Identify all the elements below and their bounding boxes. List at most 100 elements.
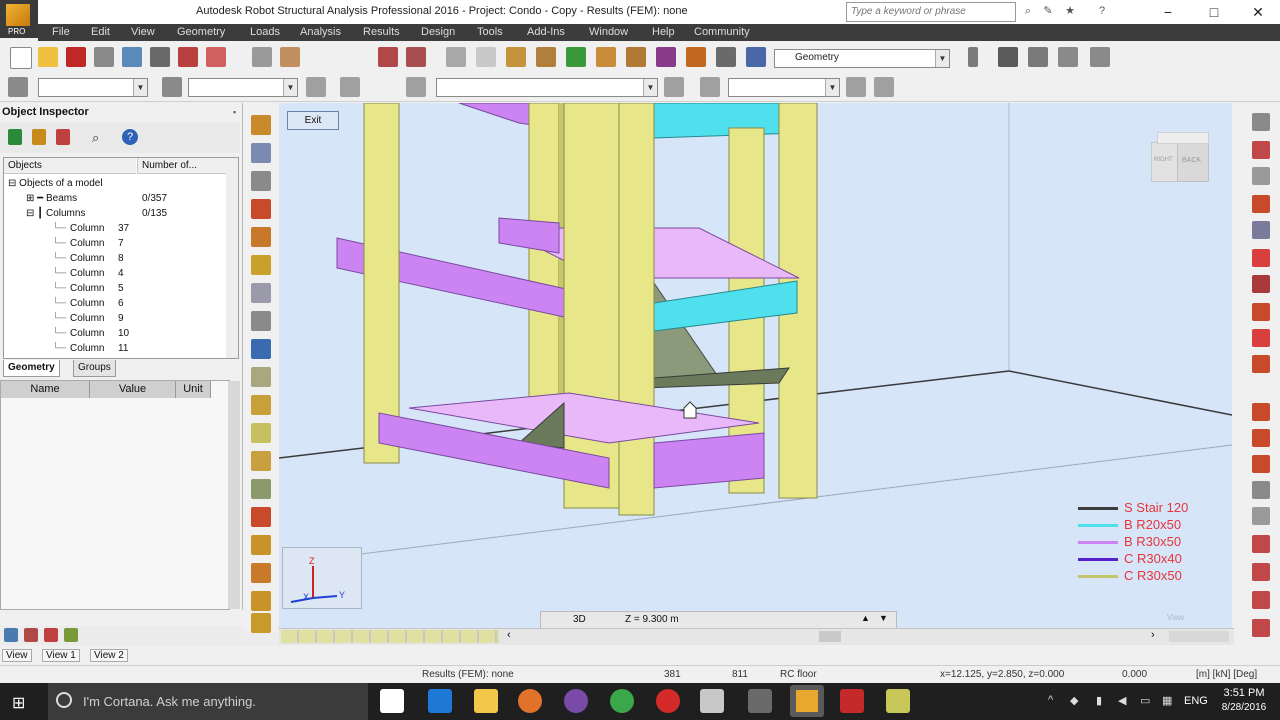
- filter-icon[interactable]: [8, 129, 22, 145]
- node-select-icon[interactable]: [566, 47, 586, 67]
- tray-volume-icon[interactable]: ◀: [1118, 694, 1126, 707]
- layout-icon[interactable]: [746, 47, 766, 67]
- screen-capture-icon[interactable]: [150, 47, 170, 67]
- support-tool-icon[interactable]: [251, 171, 271, 191]
- calculations-icon[interactable]: [686, 47, 706, 67]
- app-logo[interactable]: PRO: [0, 0, 38, 38]
- store-icon[interactable]: [380, 689, 404, 713]
- panel-tool-icon[interactable]: [251, 451, 271, 471]
- eraser-icon[interactable]: [1028, 47, 1048, 67]
- subscription-icon[interactable]: ✎: [1040, 4, 1056, 18]
- prop-header-name[interactable]: Name: [1, 381, 90, 398]
- result-icon[interactable]: [1252, 403, 1270, 421]
- node-selection-combo[interactable]: ▼: [38, 78, 148, 97]
- level-down-icon[interactable]: ▼: [879, 613, 888, 623]
- lock-icon[interactable]: [446, 47, 466, 67]
- autocad-icon[interactable]: [840, 689, 864, 713]
- level-up-icon[interactable]: ▲: [861, 613, 870, 623]
- tables-icon[interactable]: [378, 47, 398, 67]
- tools-icon[interactable]: [716, 47, 736, 67]
- report-icon[interactable]: [24, 628, 38, 642]
- offset-icon[interactable]: [1252, 355, 1270, 373]
- structure-view-icon[interactable]: [536, 47, 556, 67]
- offset-tool-icon[interactable]: [251, 283, 271, 303]
- menu-edit[interactable]: Edit: [91, 26, 110, 38]
- deform-icon[interactable]: [1252, 481, 1270, 499]
- case-combo[interactable]: ▼: [436, 78, 658, 97]
- calc-notes-icon[interactable]: [406, 47, 426, 67]
- pan-icon[interactable]: [1058, 47, 1078, 67]
- tables-icon[interactable]: [1252, 141, 1270, 159]
- chevron-down-icon[interactable]: ▼: [283, 79, 297, 96]
- exit-button[interactable]: Exit: [287, 111, 339, 130]
- tree-item-beams[interactable]: ⊞ ━ Beams: [26, 193, 77, 204]
- minimize-button[interactable]: −: [1146, 0, 1190, 24]
- view-mode[interactable]: 3D: [573, 614, 586, 625]
- viber-icon[interactable]: [564, 689, 588, 713]
- tab-view-2[interactable]: View 2: [90, 649, 128, 662]
- list-icon[interactable]: [1252, 619, 1270, 637]
- save-icon[interactable]: [66, 47, 86, 67]
- search-icon[interactable]: ⌕: [92, 130, 99, 146]
- angle-icon[interactable]: [1252, 167, 1270, 185]
- tree-column-item[interactable]: └─ Column 5: [52, 283, 124, 294]
- file-explorer-icon[interactable]: [474, 689, 498, 713]
- bar-selection-combo[interactable]: ▼: [188, 78, 298, 97]
- section-view-icon[interactable]: [968, 47, 978, 67]
- tree-column-item[interactable]: └─ Column 7: [52, 238, 124, 249]
- z-level[interactable]: Z = 9.300 m: [625, 614, 679, 625]
- menu-view[interactable]: View: [131, 26, 155, 38]
- delete-filter-icon[interactable]: [56, 129, 70, 145]
- copy-icon[interactable]: [252, 47, 272, 67]
- favorites-icon[interactable]: ★: [1062, 4, 1078, 18]
- print-icon[interactable]: [94, 47, 114, 67]
- tree-header-objects[interactable]: Objects: [4, 158, 136, 174]
- bar-selection-icon[interactable]: [162, 77, 182, 97]
- tray-keyboard-icon[interactable]: ▦: [1162, 694, 1172, 707]
- tree-column-item[interactable]: └─ Column 37: [52, 223, 129, 234]
- cut-icon[interactable]: [1252, 507, 1270, 525]
- chrome-icon[interactable]: [610, 689, 634, 713]
- scroll-right-icon[interactable]: ›: [1151, 629, 1155, 641]
- material-tool-icon[interactable]: [251, 227, 271, 247]
- chevron-down-icon[interactable]: ▼: [935, 50, 949, 67]
- display-settings-icon[interactable]: [1252, 113, 1270, 131]
- contour-tool-icon[interactable]: [251, 479, 271, 499]
- clock-time[interactable]: 3:51 PM: [1218, 687, 1270, 699]
- help-search-box[interactable]: [846, 2, 1016, 22]
- tray-network-icon[interactable]: ▮: [1096, 694, 1102, 707]
- display-icon[interactable]: [340, 77, 360, 97]
- viewport-mini-icons[interactable]: [1169, 631, 1229, 642]
- panel-select-icon[interactable]: [626, 47, 646, 67]
- tab-view-1[interactable]: View 1: [42, 649, 80, 662]
- menu-tools[interactable]: Tools: [477, 26, 503, 38]
- zoom-icon[interactable]: [476, 47, 496, 67]
- tray-chevron-icon[interactable]: ^: [1048, 694, 1053, 706]
- menu-geometry[interactable]: Geometry: [177, 26, 225, 38]
- view-cube-back[interactable]: BACK: [1177, 142, 1209, 182]
- tab-groups[interactable]: Groups: [73, 360, 116, 377]
- cortana-search[interactable]: I'm Cortana. Ask me anything.: [48, 683, 368, 720]
- chevron-down-icon[interactable]: ▼: [643, 79, 657, 96]
- dimension-tool-icon[interactable]: [251, 339, 271, 359]
- section-icon[interactable]: [1252, 303, 1270, 321]
- menu-analysis[interactable]: Analysis: [300, 26, 341, 38]
- sticky-notes-icon[interactable]: [886, 689, 910, 713]
- table-icon[interactable]: [44, 628, 58, 642]
- view-toolbar-icons[interactable]: [281, 630, 499, 643]
- print-icon[interactable]: [1252, 591, 1270, 609]
- map-icon[interactable]: [1252, 455, 1270, 473]
- component-combo[interactable]: ▼: [728, 78, 840, 97]
- tree-column-item[interactable]: └─ Column 11: [52, 343, 128, 354]
- cross-tool-icon[interactable]: [251, 367, 271, 387]
- release-tool-icon[interactable]: [251, 255, 271, 275]
- props-scrollbar[interactable]: [228, 381, 240, 609]
- node-selection-icon[interactable]: [8, 77, 28, 97]
- case-selection-icon[interactable]: [306, 77, 326, 97]
- windows-start-icon[interactable]: ⊞: [12, 693, 25, 713]
- binoculars-icon[interactable]: ⌕: [1020, 4, 1036, 18]
- tray-shield-icon[interactable]: ◆: [1070, 694, 1078, 707]
- close-button[interactable]: ✕: [1236, 0, 1280, 24]
- tree-column-item[interactable]: └─ Column 10: [52, 328, 129, 339]
- tray-message-icon[interactable]: ▭: [1140, 694, 1150, 707]
